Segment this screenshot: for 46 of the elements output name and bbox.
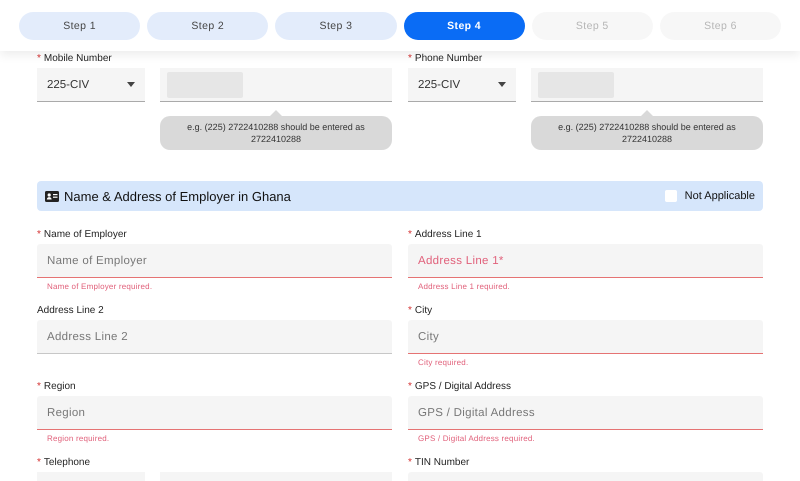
field-label: Address Line 2 <box>37 304 104 316</box>
phone-input[interactable] <box>160 68 392 102</box>
checkbox-label: Not Applicable <box>684 190 755 202</box>
required-mark: * <box>37 52 41 64</box>
text-field[interactable]: City <box>408 320 763 354</box>
required-mark: * <box>408 52 412 64</box>
field-label: GPS / Digital Address <box>414 380 512 392</box>
step-tab[interactable]: Step 2 <box>147 12 268 40</box>
required-mark: * <box>408 304 412 316</box>
step-tab[interactable]: Step 4 <box>404 12 525 40</box>
error-message: Region required. <box>47 434 110 443</box>
required-mark: * <box>37 380 41 392</box>
text-field[interactable]: Name of Employer <box>37 244 392 278</box>
required-mark: * <box>408 380 412 392</box>
hint-text: e.g. (225) 2722410288 should be entered as 2722410288 <box>186 121 366 145</box>
step-tab[interactable]: Step 3 <box>275 12 397 40</box>
field-label: Telephone <box>44 456 90 468</box>
text-field[interactable]: Address Line 1* <box>408 244 763 278</box>
checkbox[interactable] <box>664 190 677 202</box>
required-mark: * <box>408 456 412 468</box>
field-label: Address Line 1 <box>414 228 482 240</box>
step-tab[interactable]: Step 1 <box>19 12 140 40</box>
field-label: Name of Employer <box>44 228 127 240</box>
field-label: Region <box>44 380 76 392</box>
required-mark: * <box>37 228 41 240</box>
field-label: Phone Number <box>414 52 482 64</box>
country-code-select[interactable]: 225-CIV <box>408 68 516 102</box>
hint-text: e.g. (225) 2722410288 should be entered as 2722410288 <box>557 121 737 145</box>
required-mark: * <box>408 228 412 240</box>
id-card-icon <box>45 190 59 202</box>
phone-input[interactable] <box>531 68 763 102</box>
error-message: Name of Employer required. <box>47 282 154 291</box>
text-field[interactable]: GPS / Digital Address <box>408 396 763 430</box>
field-label: Mobile Number <box>44 52 112 64</box>
country-code-select[interactable]: 225-CIV <box>37 68 145 102</box>
required-mark: * <box>37 456 41 468</box>
error-message: GPS / Digital Address required. <box>418 434 536 443</box>
section-title: Name & Address of Employer in Ghana <box>64 188 291 204</box>
error-message: City required. <box>418 358 470 367</box>
caret-icon <box>498 82 506 87</box>
text-field[interactable]: Region <box>37 396 392 430</box>
field-label: City <box>414 304 432 316</box>
text-field[interactable]: Address Line 2 <box>37 320 392 354</box>
error-message: Address Line 1 required. <box>418 282 511 291</box>
caret-icon <box>127 82 135 87</box>
field-label: TIN Number <box>414 456 470 468</box>
